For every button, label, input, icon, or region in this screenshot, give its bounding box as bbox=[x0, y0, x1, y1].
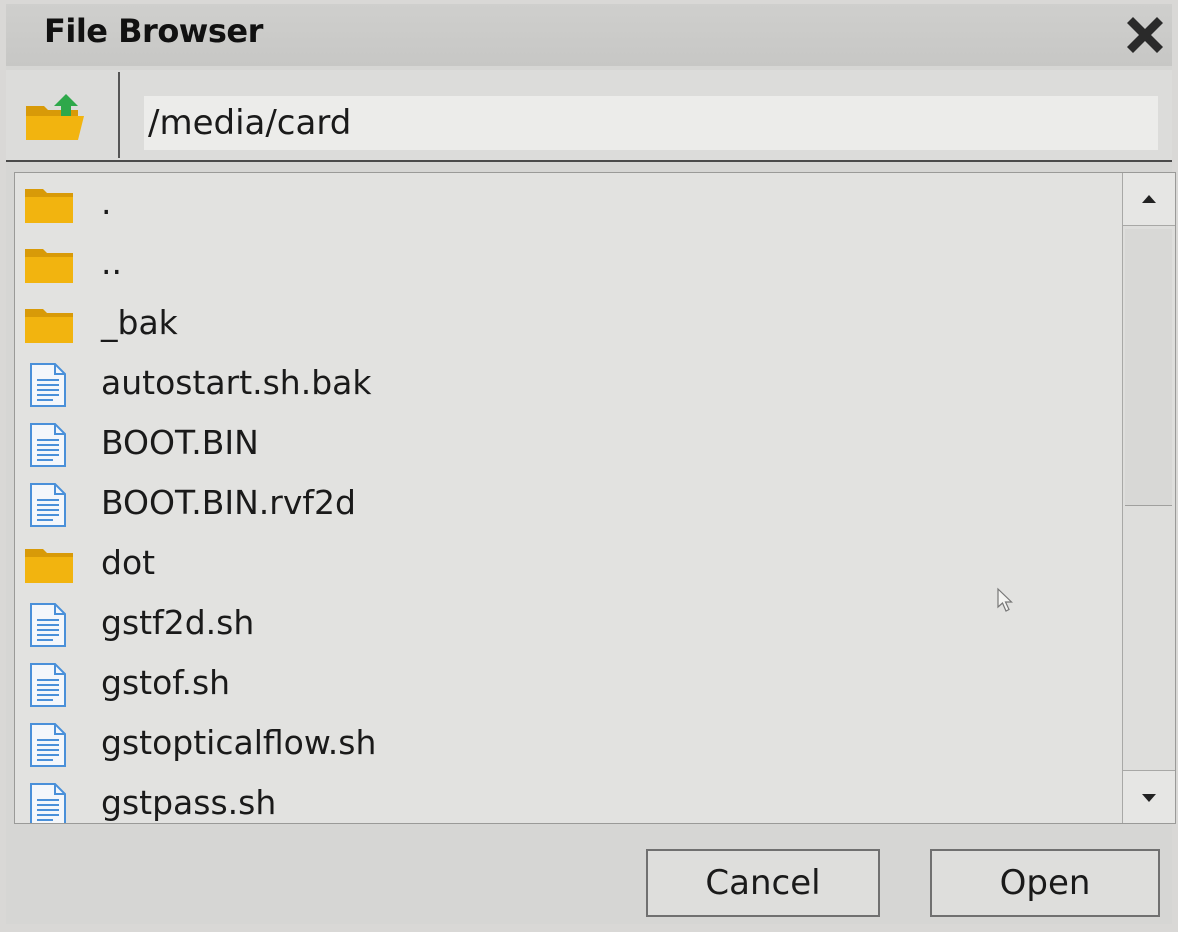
list-item[interactable]: gstopticalflow.sh bbox=[15, 715, 1123, 773]
list-item[interactable]: BOOT.BIN.rvf2d bbox=[15, 475, 1123, 533]
list-item[interactable]: .. bbox=[15, 235, 1123, 293]
title-bar: File Browser bbox=[6, 4, 1172, 66]
file-list: . .. _bak autostart.sh.bak BOOT.BIN BOOT… bbox=[14, 172, 1176, 824]
list-item[interactable]: autostart.sh.bak bbox=[15, 355, 1123, 413]
list-item[interactable]: dot bbox=[15, 535, 1123, 593]
list-item[interactable]: _bak bbox=[15, 295, 1123, 353]
file-icon bbox=[23, 423, 79, 467]
file-name: . bbox=[101, 183, 112, 222]
vertical-scrollbar[interactable] bbox=[1122, 173, 1175, 823]
close-icon[interactable] bbox=[1120, 10, 1170, 60]
mouse-pointer-icon bbox=[996, 587, 1014, 613]
file-name: gstopticalflow.sh bbox=[101, 723, 377, 762]
arrow-up-icon[interactable] bbox=[1123, 173, 1175, 226]
file-name: autostart.sh.bak bbox=[101, 363, 372, 402]
path-input[interactable] bbox=[144, 96, 1158, 150]
file-list-rows: . .. _bak autostart.sh.bak BOOT.BIN BOOT… bbox=[15, 173, 1123, 823]
folder-up-icon[interactable] bbox=[22, 92, 90, 144]
open-button[interactable]: Open bbox=[930, 849, 1160, 917]
file-icon bbox=[23, 723, 79, 767]
file-name: BOOT.BIN.rvf2d bbox=[101, 483, 356, 522]
arrow-down-icon[interactable] bbox=[1123, 770, 1175, 823]
file-icon bbox=[23, 663, 79, 707]
list-item[interactable]: gstpass.sh bbox=[15, 775, 1123, 823]
scrollbar-thumb[interactable] bbox=[1125, 229, 1172, 506]
file-name: dot bbox=[101, 543, 156, 582]
path-separator bbox=[118, 72, 120, 158]
folder-icon bbox=[23, 543, 79, 587]
file-name: gstf2d.sh bbox=[101, 603, 255, 642]
file-name: BOOT.BIN bbox=[101, 423, 259, 462]
file-name: .. bbox=[101, 243, 122, 282]
file-browser-window: File Browser . .. bbox=[6, 4, 1176, 924]
list-item[interactable]: BOOT.BIN bbox=[15, 415, 1123, 473]
file-icon bbox=[23, 783, 79, 823]
file-name: gstpass.sh bbox=[101, 783, 277, 822]
folder-icon bbox=[23, 303, 79, 347]
path-bar bbox=[6, 70, 1172, 162]
folder-icon bbox=[23, 243, 79, 287]
folder-icon bbox=[23, 183, 79, 227]
file-name: _bak bbox=[101, 303, 178, 342]
file-icon bbox=[23, 603, 79, 647]
window-title: File Browser bbox=[44, 12, 263, 50]
file-name: gstof.sh bbox=[101, 663, 231, 702]
file-icon bbox=[23, 483, 79, 527]
cancel-button[interactable]: Cancel bbox=[646, 849, 880, 917]
list-item[interactable]: . bbox=[15, 175, 1123, 233]
file-icon bbox=[23, 363, 79, 407]
list-item[interactable]: gstof.sh bbox=[15, 655, 1123, 713]
list-item[interactable]: gstf2d.sh bbox=[15, 595, 1123, 653]
